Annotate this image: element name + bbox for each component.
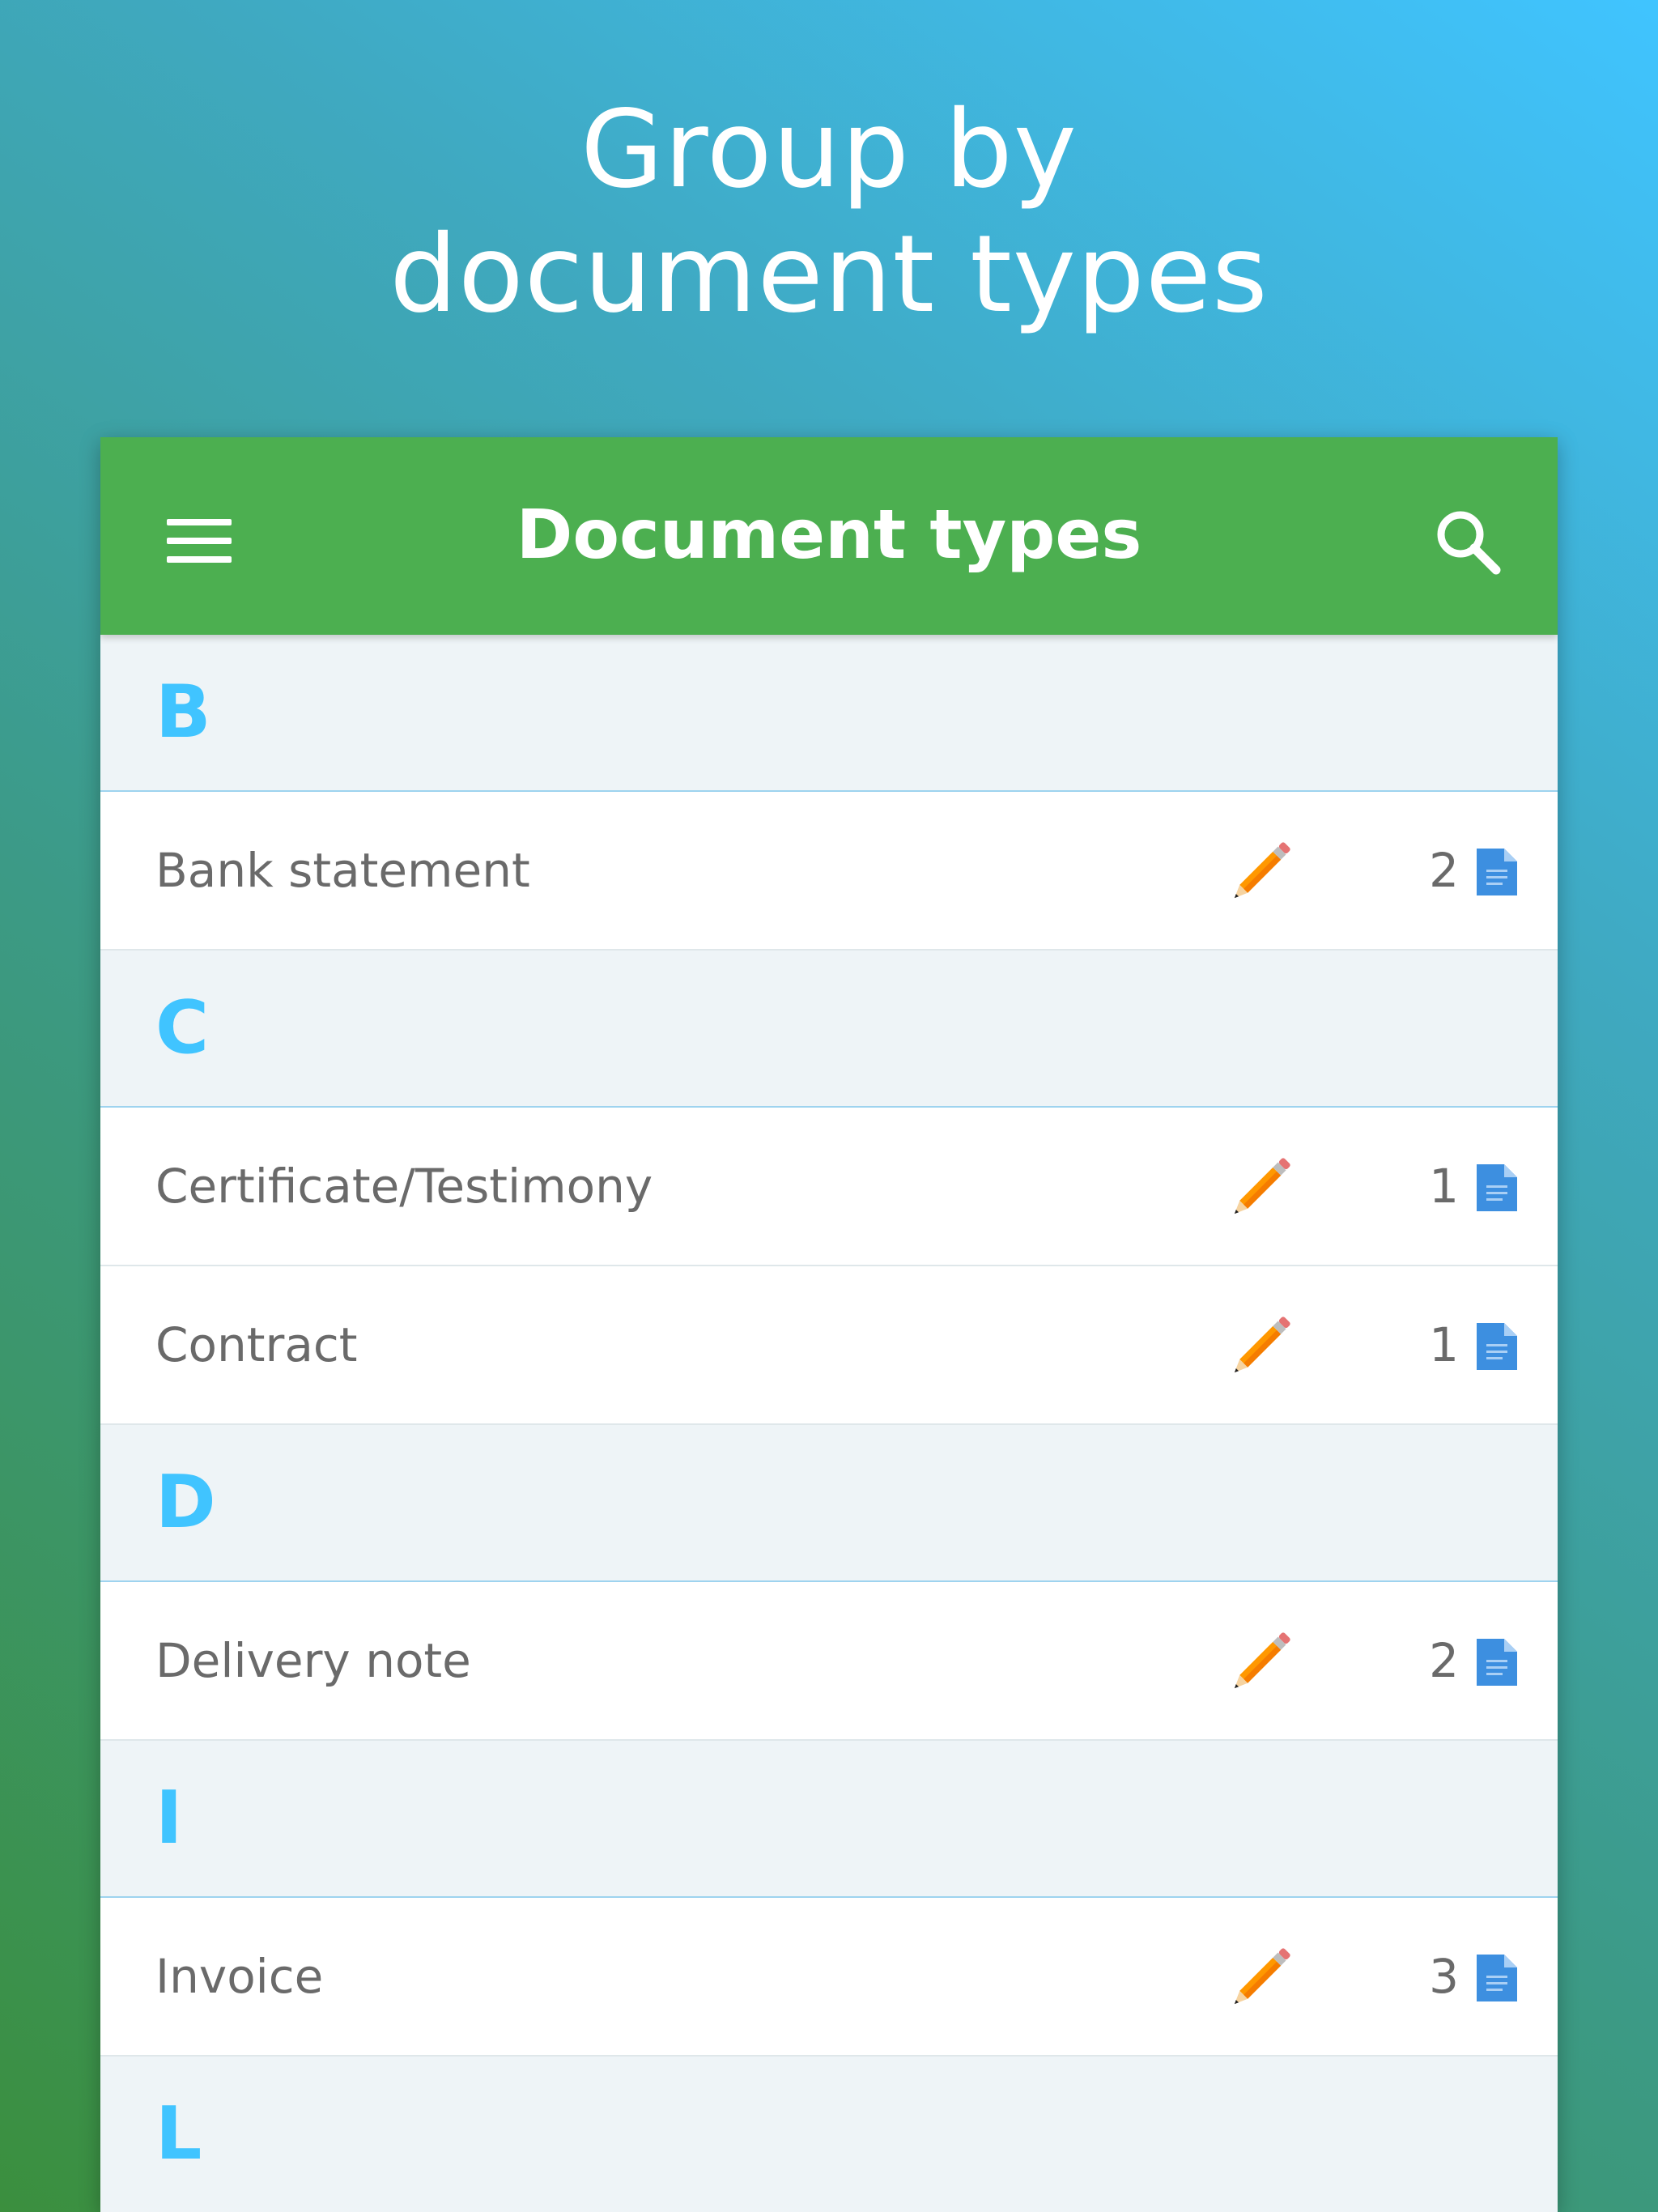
promo-line-2: document types — [389, 212, 1269, 337]
page-title: Document types — [516, 495, 1142, 574]
pencil-icon — [1234, 1158, 1290, 1214]
document-count-value: 2 — [1429, 1633, 1459, 1688]
list-item[interactable]: Certificate/Testimony 1 — [100, 1108, 1558, 1266]
section-letter: I — [155, 1776, 183, 1861]
document-type-name: Contract — [155, 1317, 358, 1372]
section-letter: D — [155, 1460, 216, 1545]
section-letter: B — [155, 670, 211, 755]
document-icon — [1477, 1955, 1517, 2001]
document-icon — [1477, 849, 1517, 895]
section-letter: L — [155, 2091, 202, 2176]
document-type-list: B Bank statement 2 C Certificate/Testimony 1 C… — [100, 635, 1558, 2212]
pencil-icon — [1234, 1948, 1290, 2005]
menu-button[interactable] — [157, 510, 238, 572]
document-count-value: 1 — [1429, 1159, 1459, 1214]
app-bar: Document types — [100, 437, 1558, 635]
list-item[interactable]: Contract 1 — [100, 1266, 1558, 1425]
search-icon — [1437, 511, 1501, 575]
documents-button[interactable] — [1477, 849, 1517, 895]
edit-button[interactable] — [1218, 1937, 1302, 2021]
promo-line-1: Group by — [580, 87, 1078, 212]
documents-button[interactable] — [1477, 1164, 1517, 1211]
section-header-2: D — [100, 1425, 1558, 1582]
promo-headline: Group by document types — [0, 87, 1658, 337]
section-header-0: B — [100, 635, 1558, 792]
documents-button[interactable] — [1477, 1639, 1517, 1686]
documents-button[interactable] — [1477, 1323, 1517, 1370]
edit-button[interactable] — [1218, 831, 1302, 915]
document-count-value: 3 — [1429, 1949, 1459, 2004]
section-header-3: I — [100, 1741, 1558, 1898]
section-header-4: L — [100, 2057, 1558, 2212]
edit-button[interactable] — [1218, 1621, 1302, 1705]
search-button[interactable] — [1428, 502, 1509, 583]
document-type-name: Certificate/Testimony — [155, 1159, 653, 1214]
document-count-value: 2 — [1429, 843, 1459, 898]
list-item[interactable]: Delivery note 2 — [100, 1582, 1558, 1741]
documents-button[interactable] — [1477, 1955, 1517, 2001]
list-item[interactable]: Bank statement 2 — [100, 792, 1558, 951]
document-count-value: 1 — [1429, 1317, 1459, 1372]
edit-button[interactable] — [1218, 1146, 1302, 1231]
document-icon — [1477, 1323, 1517, 1370]
pencil-icon — [1234, 1317, 1290, 1373]
document-type-name: Invoice — [155, 1949, 324, 2004]
section-letter: C — [155, 985, 210, 1070]
document-icon — [1477, 1164, 1517, 1211]
document-icon — [1477, 1639, 1517, 1686]
section-header-1: C — [100, 951, 1558, 1108]
app-screen: Document types B Bank statement 2 C Certific… — [100, 437, 1558, 2212]
edit-button[interactable] — [1218, 1305, 1302, 1389]
pencil-icon — [1234, 842, 1290, 899]
pencil-icon — [1234, 1632, 1290, 1689]
document-type-name: Delivery note — [155, 1633, 471, 1688]
document-type-name: Bank statement — [155, 843, 530, 898]
list-item[interactable]: Invoice 3 — [100, 1898, 1558, 2057]
